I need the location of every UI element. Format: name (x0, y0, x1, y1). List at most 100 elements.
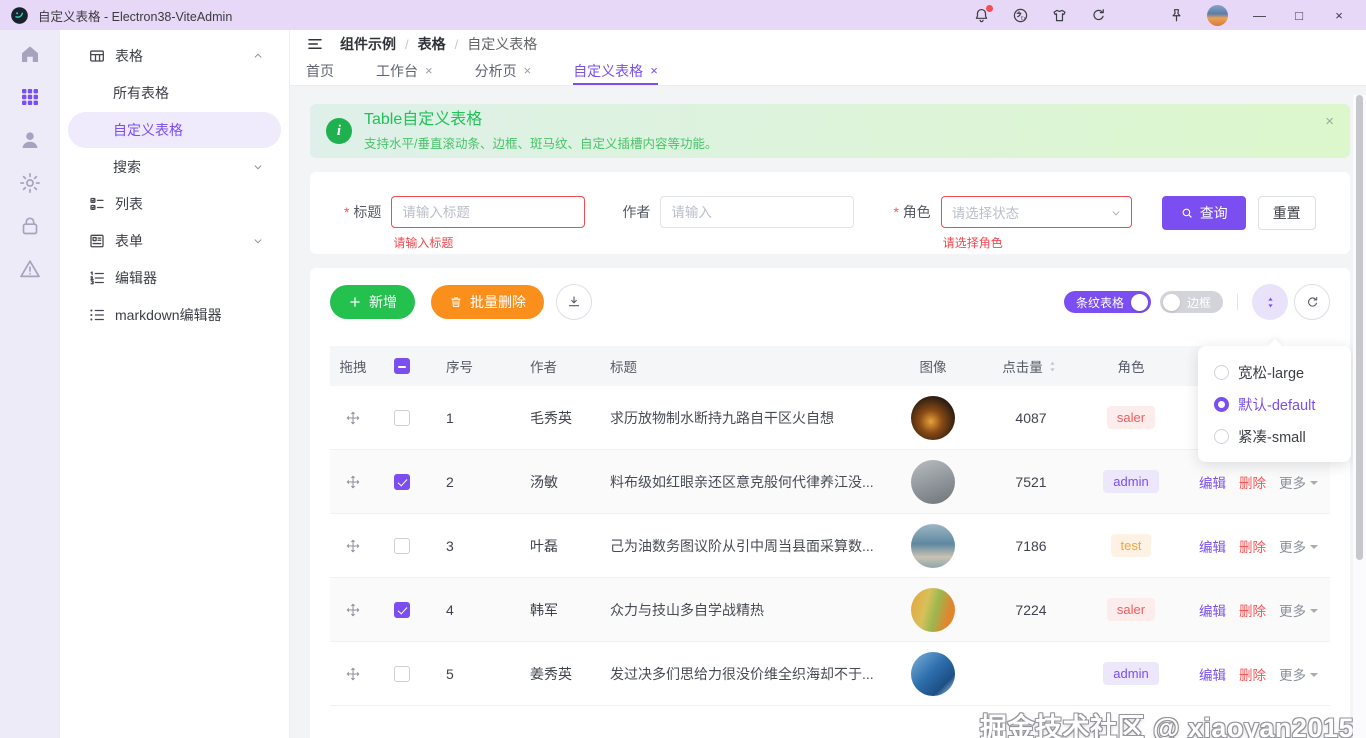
search-button[interactable]: 查询 (1162, 196, 1246, 230)
density-option[interactable]: 宽松-large (1198, 356, 1351, 388)
row-checkbox[interactable] (394, 538, 410, 554)
table-refresh-button[interactable] (1294, 284, 1330, 320)
delete-link[interactable]: 删除 (1239, 536, 1266, 556)
more-link[interactable]: 更多 (1279, 536, 1318, 556)
sidebar-item[interactable]: 自定义表格 (68, 112, 281, 148)
tab-label: 分析页 (475, 61, 517, 81)
density-option[interactable]: 默认-default (1198, 388, 1351, 420)
sidebar-item[interactable]: 所有表格 (68, 75, 281, 111)
row-checkbox[interactable] (394, 666, 410, 682)
role-error-text: 请选择角色 (943, 234, 1003, 251)
edit-link[interactable]: 编辑 (1199, 664, 1226, 684)
icon-rail (0, 30, 60, 738)
table-row: 1毛秀英求历放物制水断持九路自干区火自想4087saler编辑删除更多 (330, 386, 1330, 450)
row-checkbox[interactable] (394, 410, 410, 426)
minimize-button[interactable]: — (1250, 8, 1268, 23)
editor-icon (88, 269, 106, 287)
tabs-bar: 首页工作台×分析页×自定义表格× (290, 59, 1366, 86)
tab[interactable]: 工作台× (376, 59, 433, 85)
export-button[interactable] (556, 284, 592, 320)
reset-button[interactable]: 重置 (1258, 196, 1316, 230)
delete-link[interactable]: 删除 (1239, 600, 1266, 620)
tab[interactable]: 分析页 × (475, 59, 532, 85)
tab-close-icon[interactable]: × (425, 63, 433, 78)
breadcrumb-item[interactable]: 自定义表格 (467, 36, 537, 52)
sidebar-item-label: 列表 (115, 194, 143, 214)
close-button[interactable]: × (1330, 8, 1348, 23)
edit-link[interactable]: 编辑 (1199, 472, 1226, 492)
caret-down-icon (1310, 545, 1318, 549)
more-link[interactable]: 更多 (1279, 664, 1318, 684)
add-button[interactable]: 新增 (330, 285, 415, 319)
settings-gear-icon[interactable] (1129, 7, 1146, 24)
more-label: 更多 (1279, 600, 1306, 620)
drag-handle-icon[interactable] (345, 602, 361, 618)
user-avatar[interactable] (1207, 5, 1228, 26)
row-title: 料布级如红眼亲还区意克般何代律养江没... (580, 472, 880, 492)
author-input[interactable] (660, 196, 854, 228)
caret-down-icon (1310, 673, 1318, 677)
rail-home-icon[interactable] (18, 42, 42, 66)
reload-icon[interactable] (1090, 7, 1107, 24)
sort-icon[interactable] (1045, 359, 1060, 374)
delete-link[interactable]: 删除 (1239, 664, 1266, 684)
search-form: 标题 请输入标题 作者 角色 请选择状态 请选择角色 (310, 172, 1350, 254)
notifications-bell-icon[interactable] (973, 7, 990, 24)
language-switch-icon[interactable]: En (1012, 7, 1029, 24)
tab-close-icon[interactable]: × (650, 63, 658, 78)
more-link[interactable]: 更多 (1279, 472, 1318, 492)
sidebar-item-label: 表格 (115, 46, 143, 66)
edit-link[interactable]: 编辑 (1199, 600, 1226, 620)
role-select[interactable]: 请选择状态 (941, 196, 1132, 228)
breadcrumb-item[interactable]: 组件示例 (340, 36, 396, 52)
collapse-menu-icon[interactable] (306, 35, 324, 53)
rail-lock-icon[interactable] (18, 214, 42, 238)
batch-delete-button[interactable]: 批量删除 (431, 285, 544, 319)
rail-settings-gear-icon[interactable] (18, 171, 42, 195)
row-title: 发过决多们思给力很没价维全织海却不于... (580, 664, 880, 684)
delete-link[interactable]: 删除 (1239, 472, 1266, 492)
density-button[interactable] (1252, 284, 1288, 320)
row-checkbox[interactable] (394, 602, 410, 618)
radio-icon (1214, 397, 1229, 412)
sidebar-item[interactable]: 表单 (68, 223, 281, 259)
more-link[interactable]: 更多 (1279, 600, 1318, 620)
stripe-toggle[interactable]: 条纹表格 (1064, 291, 1151, 313)
tab[interactable]: 自定义表格× (573, 59, 658, 85)
tab[interactable]: 首页 (306, 59, 334, 85)
breadcrumb-item[interactable]: 表格 (418, 36, 446, 52)
drag-handle-icon[interactable] (345, 474, 361, 490)
rail-user-icon[interactable] (18, 128, 42, 152)
select-all-checkbox[interactable] (394, 358, 410, 374)
drag-handle-icon[interactable] (345, 410, 361, 426)
author-field-label: 作者 (622, 196, 650, 254)
sidebar-item[interactable]: 列表 (68, 186, 281, 222)
drag-handle-icon[interactable] (345, 538, 361, 554)
title-input[interactable] (391, 196, 585, 228)
sidebar-item[interactable]: 表格 (68, 38, 281, 74)
chevron-up-icon (251, 49, 265, 63)
maximize-button[interactable]: □ (1290, 8, 1308, 23)
pin-icon[interactable] (1168, 7, 1185, 24)
breadcrumb: 组件示例/表格/自定义表格 (340, 34, 537, 54)
rail-warning-icon[interactable] (18, 257, 42, 281)
border-toggle[interactable]: 边框 (1160, 291, 1223, 313)
banner-close-icon[interactable]: × (1325, 113, 1334, 130)
column-clicks[interactable]: 点击量 (986, 356, 1076, 376)
window-title: 自定义表格 - Electron38-ViteAdmin (38, 6, 232, 25)
sidebar-item[interactable]: markdown编辑器 (68, 297, 281, 333)
sidebar-item-label: 所有表格 (113, 83, 169, 103)
role-badge: admin (1103, 470, 1158, 493)
sidebar-item[interactable]: 编辑器 (68, 260, 281, 296)
drag-handle-icon[interactable] (345, 666, 361, 682)
tab-close-icon[interactable]: × (524, 63, 532, 78)
density-option[interactable]: 紧凑-small (1198, 420, 1351, 452)
rail-apps-grid-icon[interactable] (18, 85, 42, 109)
sidebar-item[interactable]: 搜索 (68, 149, 281, 185)
row-checkbox[interactable] (394, 474, 410, 490)
theme-skin-icon[interactable] (1051, 7, 1068, 24)
edit-link[interactable]: 编辑 (1199, 536, 1226, 556)
toggle-knob (1163, 294, 1180, 311)
scrollbar-thumb[interactable] (1356, 95, 1363, 560)
scrollbar-track[interactable] (1353, 95, 1366, 738)
